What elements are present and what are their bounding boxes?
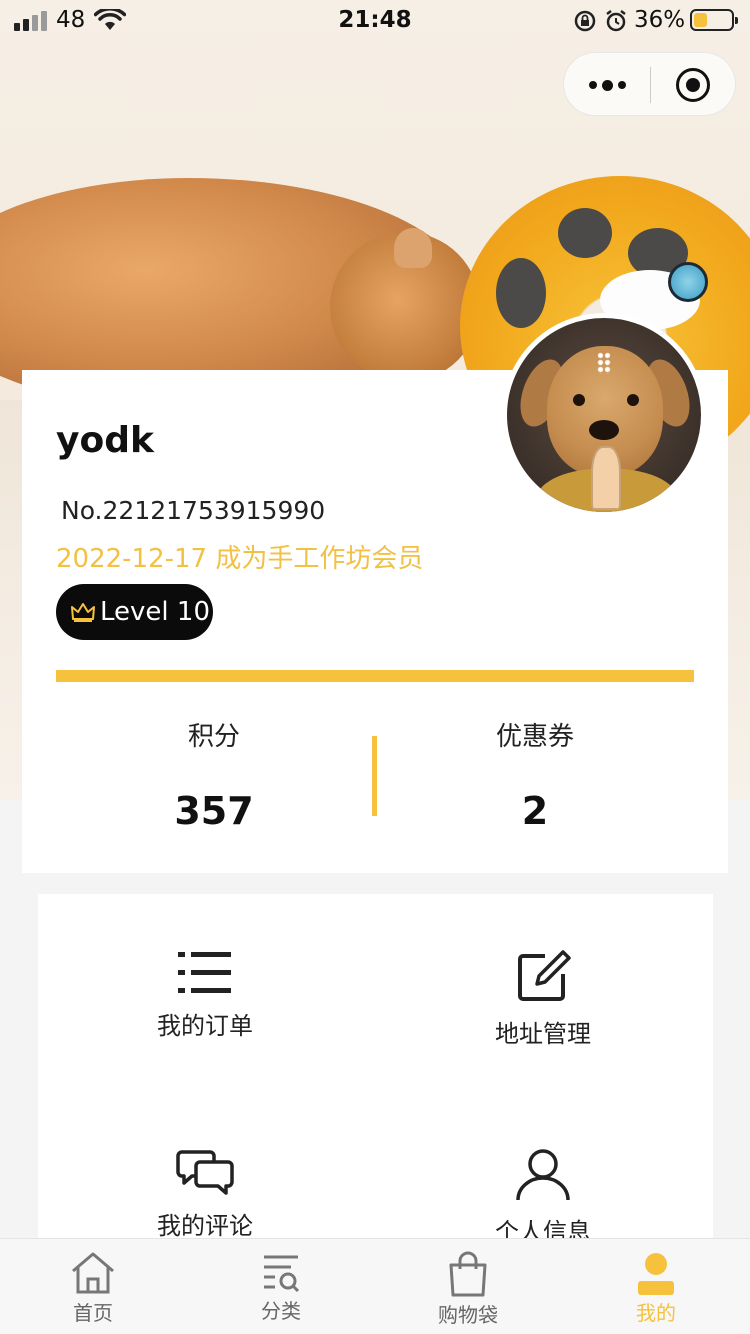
shopping-bag-icon xyxy=(449,1251,487,1297)
rotation-lock-icon xyxy=(574,10,596,32)
avatar-dog-dots xyxy=(597,352,611,374)
level-badge[interactable]: Level 10 xyxy=(56,584,213,640)
battery-level xyxy=(694,13,707,27)
level-label: Level 10 xyxy=(100,597,210,627)
category-search-icon xyxy=(264,1255,300,1293)
avatar-dog-eye xyxy=(627,394,639,406)
personal-info-label: 个人信息 xyxy=(495,1218,591,1238)
points-stat[interactable]: 积分 357 xyxy=(64,716,364,833)
target-close-icon[interactable] xyxy=(676,68,710,102)
points-value: 357 xyxy=(174,789,254,833)
toy-hole xyxy=(558,208,612,258)
toy-hole xyxy=(496,258,546,328)
my-orders-label: 我的订单 xyxy=(157,1012,253,1040)
points-label: 积分 xyxy=(187,722,240,752)
list-icon xyxy=(178,952,231,993)
address-management-label: 地址管理 xyxy=(495,1020,591,1048)
avatar-dog-paws xyxy=(591,446,621,510)
more-dots-icon[interactable] xyxy=(564,53,650,117)
my-reviews-label: 我的评论 xyxy=(157,1212,253,1238)
tab-bar: 首页 分类 购物袋 我的 xyxy=(0,1238,750,1334)
tab-bag-label: 购物袋 xyxy=(438,1303,498,1327)
tab-shopping-bag[interactable]: 购物袋 xyxy=(408,1251,528,1328)
stat-divider xyxy=(372,736,377,816)
menu-grid: 我的订单 地址管理 我的评论 个人信息 xyxy=(38,894,713,1238)
coupons-label: 优惠券 xyxy=(495,722,574,752)
address-management-button[interactable]: 地址管理 xyxy=(443,948,643,1049)
coupons-value: 2 xyxy=(521,789,549,833)
battery-percent: 36% xyxy=(634,7,686,33)
tab-category-label: 分类 xyxy=(261,1299,301,1323)
person-icon xyxy=(638,1253,674,1295)
membership-since: 2022-12-17 成为手工作坊会员 xyxy=(56,544,424,574)
tab-home-label: 首页 xyxy=(73,1301,113,1325)
miniprogram-capsule xyxy=(563,52,736,116)
banner-toy-ball xyxy=(668,262,708,302)
home-icon xyxy=(72,1252,114,1294)
user-icon xyxy=(516,1149,570,1201)
level-progress-bar xyxy=(56,670,694,682)
coupons-stat[interactable]: 优惠券 2 xyxy=(385,716,685,833)
tab-category[interactable]: 分类 xyxy=(221,1251,341,1324)
avatar-dog-eye xyxy=(573,394,585,406)
username: yodk xyxy=(56,420,154,461)
edit-icon xyxy=(518,950,571,1001)
personal-info-button[interactable]: 个人信息 xyxy=(443,1148,643,1238)
tab-home[interactable]: 首页 xyxy=(33,1251,153,1326)
avatar-dog-nose xyxy=(589,420,619,440)
tab-mine-label: 我的 xyxy=(636,1301,676,1325)
alarm-icon xyxy=(606,10,626,32)
tab-mine[interactable]: 我的 xyxy=(596,1251,716,1326)
banner-cat-ear xyxy=(394,228,432,268)
status-bar: 48 21:48 36% xyxy=(0,0,750,40)
level-progress-fill xyxy=(56,670,694,682)
my-reviews-button[interactable]: 我的评论 xyxy=(105,1148,305,1238)
member-number: No.22121753915990 xyxy=(61,496,326,525)
chat-bubbles-icon xyxy=(176,1150,234,1195)
crown-icon xyxy=(71,603,95,622)
avatar[interactable] xyxy=(502,313,706,517)
battery-icon xyxy=(690,9,738,31)
capsule-divider xyxy=(650,67,651,103)
my-orders-button[interactable]: 我的订单 xyxy=(105,950,305,1041)
